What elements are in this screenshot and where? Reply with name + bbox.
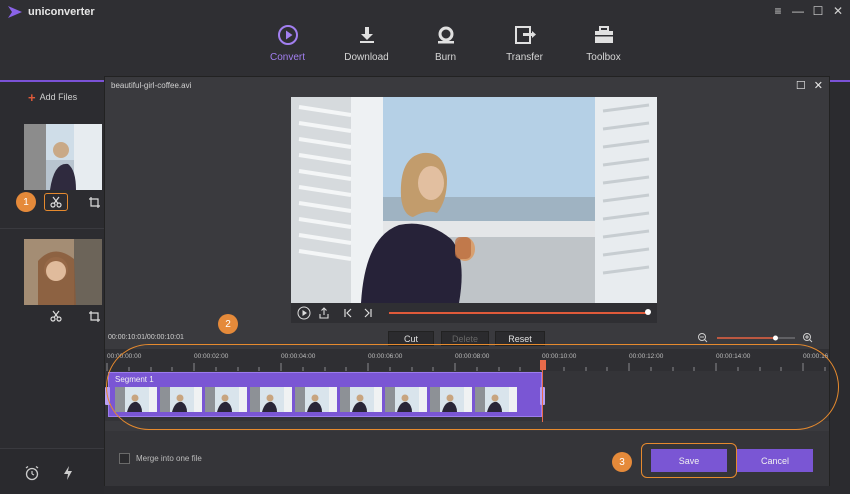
step-marker-2: 2 bbox=[218, 314, 238, 334]
lightning-icon[interactable] bbox=[60, 465, 76, 481]
crop-icon[interactable] bbox=[82, 193, 106, 211]
tab-burn[interactable]: Burn bbox=[406, 24, 485, 63]
tab-transfer[interactable]: Transfer bbox=[485, 24, 564, 63]
toolbox-icon bbox=[592, 24, 616, 46]
merge-label: Merge into one file bbox=[136, 454, 202, 463]
merge-option[interactable]: Merge into one file bbox=[119, 453, 202, 464]
export-icon[interactable] bbox=[317, 306, 331, 320]
video-thumbnail[interactable] bbox=[24, 239, 102, 305]
download-icon bbox=[355, 24, 379, 46]
step-marker-3: 3 bbox=[612, 452, 632, 472]
add-files-label: Add Files bbox=[39, 92, 78, 102]
maximize-icon[interactable]: ☐ bbox=[796, 79, 806, 92]
app-name: uniconverter bbox=[28, 6, 95, 18]
logo-icon bbox=[8, 6, 22, 18]
minimize-icon[interactable]: — bbox=[792, 4, 804, 18]
timecode: 00:00:10:01/00:00:10:01 bbox=[108, 334, 184, 341]
menu-icon[interactable]: ≡ bbox=[772, 4, 784, 18]
tab-convert-label: Convert bbox=[269, 52, 305, 63]
divider bbox=[0, 228, 104, 229]
video-preview bbox=[291, 97, 657, 303]
tab-burn-label: Burn bbox=[434, 52, 457, 63]
tab-download-label: Download bbox=[344, 52, 389, 63]
trim-dialog: beautiful-girl-coffee.avi ☐ ✕ 00:00:10:0… bbox=[104, 76, 839, 486]
crop-icon[interactable] bbox=[82, 307, 106, 325]
zoom-control[interactable] bbox=[697, 331, 815, 345]
convert-icon bbox=[276, 24, 300, 46]
main-nav: Convert Download Burn Transfer Toolbox bbox=[248, 24, 643, 63]
previous-frame-icon[interactable] bbox=[341, 306, 355, 320]
close-icon[interactable]: ✕ bbox=[832, 4, 844, 18]
transfer-icon bbox=[513, 24, 537, 46]
burn-icon bbox=[434, 24, 458, 46]
zoom-in-icon bbox=[803, 333, 813, 343]
next-frame-icon[interactable] bbox=[361, 306, 375, 320]
video-thumbnail[interactable] bbox=[24, 124, 102, 190]
trim-scissors-icon[interactable] bbox=[44, 307, 68, 325]
timeline-highlight bbox=[106, 344, 839, 430]
maximize-icon[interactable]: ☐ bbox=[812, 4, 824, 18]
tab-toolbox[interactable]: Toolbox bbox=[564, 24, 643, 63]
player-controls bbox=[291, 303, 657, 323]
tab-convert[interactable]: Convert bbox=[248, 24, 327, 63]
playback-progress[interactable] bbox=[389, 312, 647, 314]
plus-icon: + bbox=[28, 89, 36, 105]
trim-scissors-icon[interactable] bbox=[44, 193, 68, 211]
play-icon[interactable] bbox=[297, 306, 311, 320]
dialog-title: beautiful-girl-coffee.avi bbox=[111, 81, 192, 90]
zoom-out-icon bbox=[698, 333, 708, 343]
save-button[interactable]: Save bbox=[651, 449, 727, 472]
zoom-slider-knob bbox=[773, 335, 778, 341]
tab-toolbox-label: Toolbox bbox=[586, 52, 621, 63]
cancel-button[interactable]: Cancel bbox=[737, 449, 813, 472]
top-bar: uniconverter ≡ — ☐ ✕ Convert Download Bu… bbox=[0, 0, 850, 82]
merge-checkbox[interactable] bbox=[119, 453, 130, 464]
step-marker-1: 1 bbox=[16, 192, 36, 212]
alarm-clock-icon[interactable] bbox=[24, 465, 40, 481]
add-files-button[interactable]: + Add Files bbox=[28, 89, 78, 105]
tab-download[interactable]: Download bbox=[327, 24, 406, 63]
app-logo: uniconverter bbox=[8, 6, 95, 18]
tab-transfer-label: Transfer bbox=[506, 52, 543, 63]
close-icon[interactable]: ✕ bbox=[814, 79, 823, 92]
progress-knob[interactable] bbox=[645, 309, 651, 315]
bottom-toolbar bbox=[0, 448, 104, 494]
